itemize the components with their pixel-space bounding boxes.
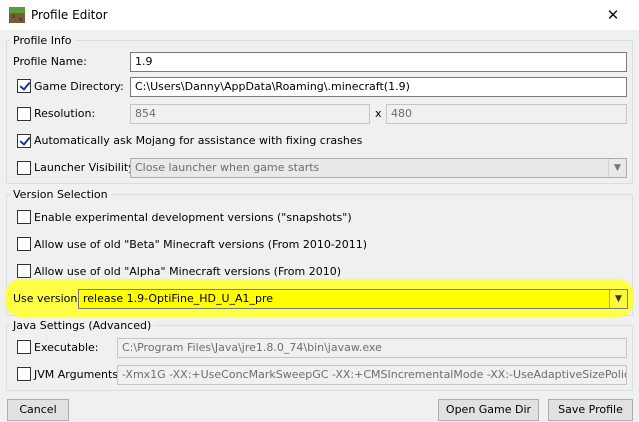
- resolution-checkbox[interactable]: [17, 107, 31, 121]
- version-selection-legend: Version Selection: [13, 188, 108, 201]
- auto-mojang-label[interactable]: Automatically ask Mojang for assistance …: [34, 134, 362, 148]
- launcher-visibility-dropdown[interactable]: Close launcher when game starts ▼: [130, 158, 627, 178]
- resolution-separator: x: [375, 107, 382, 120]
- old-beta-checkbox[interactable]: [17, 237, 31, 251]
- executable-field[interactable]: C:\Program Files\Java\jre1.8.0_74\bin\ja…: [117, 338, 627, 358]
- old-beta-label[interactable]: Allow use of old "Beta" Minecraft versio…: [34, 238, 367, 252]
- launcher-visibility-checkbox[interactable]: [17, 161, 31, 175]
- open-game-dir-button[interactable]: Open Game Dir: [438, 399, 539, 421]
- profile-info-legend: Profile Info: [13, 34, 72, 47]
- game-directory-checkbox[interactable]: [17, 79, 31, 93]
- use-version-label: Use version:: [13, 292, 82, 305]
- minecraft-grass-block-icon: [9, 7, 25, 23]
- snapshots-label[interactable]: Enable experimental development versions…: [34, 211, 352, 225]
- snapshots-checkbox[interactable]: [17, 210, 31, 224]
- jvm-arguments-field[interactable]: -Xmx1G -XX:+UseConcMarkSweepGC -XX:+CMSI…: [117, 365, 627, 385]
- old-alpha-label[interactable]: Allow use of old "Alpha" Minecraft versi…: [34, 265, 341, 279]
- window-title: Profile Editor: [31, 8, 108, 22]
- use-version-dropdown[interactable]: release 1.9-OptiFine_HD_U_A1_pre ▼: [78, 289, 628, 309]
- profile-name-field[interactable]: 1.9: [130, 52, 627, 72]
- jvm-arguments-label[interactable]: JVM Arguments:: [34, 368, 122, 382]
- old-alpha-checkbox[interactable]: [17, 264, 31, 278]
- launcher-visibility-label[interactable]: Launcher Visibility:: [34, 161, 138, 175]
- chevron-down-icon[interactable]: ▼: [608, 159, 626, 177]
- save-profile-button[interactable]: Save Profile: [548, 399, 633, 421]
- jvm-arguments-checkbox[interactable]: [17, 367, 31, 381]
- resolution-label[interactable]: Resolution:: [34, 107, 95, 121]
- profile-name-label: Profile Name:: [13, 55, 87, 68]
- game-directory-field[interactable]: C:\Users\Danny\AppData\Roaming\.minecraf…: [130, 77, 627, 97]
- cancel-button[interactable]: Cancel: [7, 399, 69, 421]
- title-bar: Profile Editor ✕: [0, 0, 639, 30]
- chevron-down-icon[interactable]: ▼: [609, 290, 627, 308]
- resolution-width-field[interactable]: 854: [130, 104, 370, 124]
- close-icon[interactable]: ✕: [590, 3, 636, 27]
- launcher-visibility-value: Close launcher when game starts: [135, 161, 320, 174]
- use-version-value: release 1.9-OptiFine_HD_U_A1_pre: [83, 292, 274, 305]
- executable-checkbox[interactable]: [17, 340, 31, 354]
- game-directory-label[interactable]: Game Directory:: [34, 80, 124, 94]
- auto-mojang-checkbox[interactable]: [17, 134, 31, 148]
- resolution-height-field[interactable]: 480: [386, 104, 627, 124]
- java-settings-legend: Java Settings (Advanced): [13, 319, 152, 332]
- executable-label[interactable]: Executable:: [34, 341, 98, 355]
